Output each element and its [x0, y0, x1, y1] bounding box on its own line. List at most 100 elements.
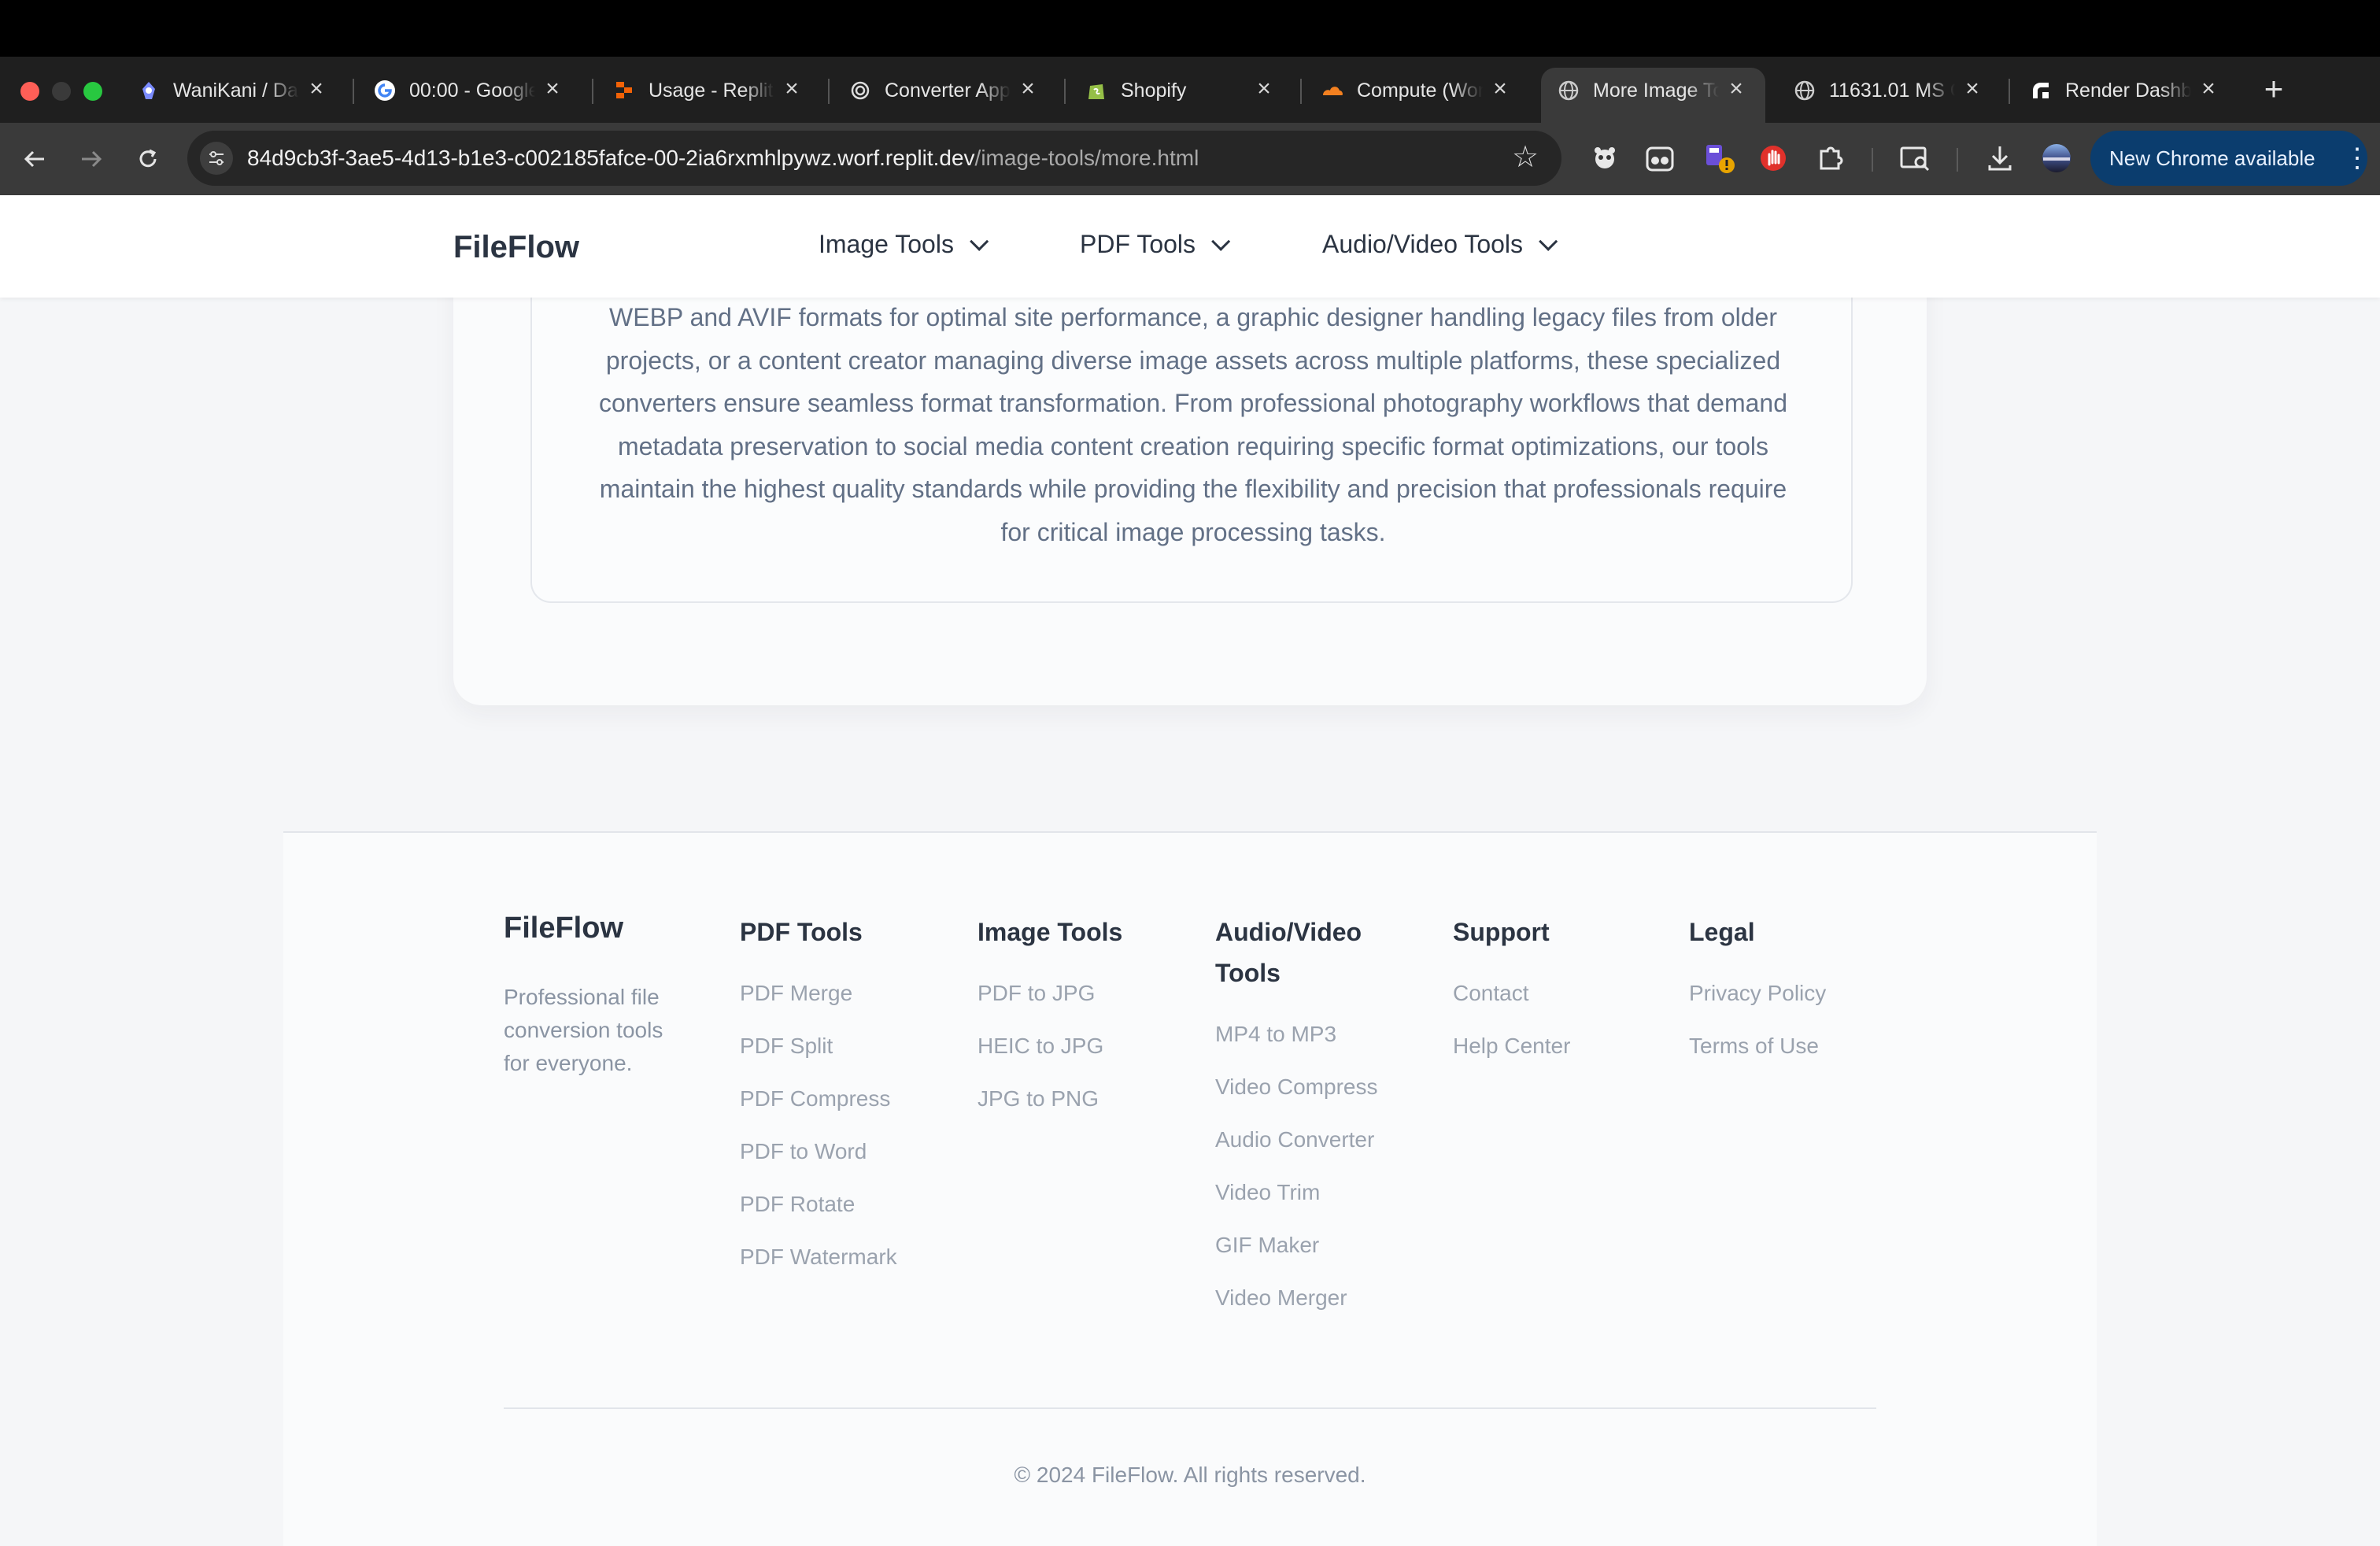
- extensions-puzzle-icon[interactable]: [1812, 139, 1851, 178]
- extension-hand-icon[interactable]: [1754, 139, 1793, 178]
- download-icon[interactable]: [1980, 139, 2020, 178]
- browser-tab[interactable]: Shopify ×: [1069, 68, 1293, 112]
- footer-link[interactable]: PDF Watermark: [740, 1241, 944, 1294]
- cast-search-icon[interactable]: [1895, 139, 1935, 178]
- footer-link[interactable]: Video Trim: [1215, 1177, 1404, 1230]
- address-bar[interactable]: 84d9cb3f-3ae5-4d13-b1e3-c002185fafce-00-…: [187, 131, 1561, 186]
- nav-image-tools[interactable]: Image Tools: [819, 230, 989, 259]
- forward-button[interactable]: [72, 140, 110, 178]
- profile-avatar[interactable]: [2037, 139, 2076, 178]
- menu-bar: [0, 0, 2380, 57]
- maximize-window-button[interactable]: [83, 82, 102, 101]
- more-menu-icon[interactable]: ⋮: [2344, 131, 2371, 186]
- bookmark-star-icon[interactable]: ☆: [1508, 140, 1543, 175]
- footer-tagline: Professional file conversion tools for e…: [504, 985, 663, 1075]
- footer-link[interactable]: PDF Rotate: [740, 1189, 944, 1241]
- nav-audio-video-tools[interactable]: Audio/Video Tools: [1322, 230, 1558, 259]
- browser-tab[interactable]: Converter App ×: [833, 68, 1057, 112]
- reload-button[interactable]: [129, 140, 167, 178]
- tab-title: 00:00 - Google Search: [409, 80, 535, 102]
- site-logo[interactable]: FileFlow: [453, 230, 579, 265]
- minimize-window-button[interactable]: [52, 82, 71, 101]
- footer-column-image-tools: Image Tools PDF to JPG HEIC to JPG JPG t…: [978, 912, 1182, 1136]
- tab-title: WaniKani / Dashboard: [173, 80, 299, 102]
- extension-raccoon-icon[interactable]: [1585, 139, 1624, 178]
- footer-link[interactable]: Terms of Use: [1689, 1030, 1894, 1083]
- close-tab-icon[interactable]: ×: [1252, 77, 1276, 101]
- footer-link[interactable]: HEIC to JPG: [978, 1030, 1182, 1083]
- footer-link[interactable]: PDF to Word: [740, 1136, 944, 1189]
- tab-title: Render Dashboard: [2065, 80, 2191, 102]
- close-tab-icon[interactable]: ×: [1961, 77, 1984, 101]
- browser-tab[interactable]: 00:00 - Google Search ×: [357, 68, 582, 112]
- tab-divider: [828, 79, 830, 104]
- footer-link[interactable]: PDF Compress: [740, 1083, 944, 1136]
- browser-tab[interactable]: Compute (Workers) ×: [1305, 68, 1529, 112]
- globe-icon: [1557, 79, 1580, 102]
- footer-heading: Support: [1453, 918, 1550, 946]
- openai-icon: [848, 79, 872, 102]
- nav-pdf-tools[interactable]: PDF Tools: [1080, 230, 1231, 259]
- tab-title: 11631.01 MS Guide: [1829, 80, 1955, 102]
- cloudflare-icon: [1321, 79, 1344, 102]
- back-button[interactable]: [16, 140, 54, 178]
- update-label: New Chrome available: [2109, 146, 2315, 170]
- footer-heading: Audio/Video Tools: [1215, 918, 1362, 987]
- browser-tab[interactable]: 11631.01 MS Guide ×: [1777, 68, 2001, 112]
- toolbar-divider: [1872, 148, 1873, 172]
- close-tab-icon[interactable]: ×: [780, 77, 804, 101]
- extension-warning-icon[interactable]: [1700, 139, 1739, 178]
- nav-label: Image Tools: [819, 230, 954, 258]
- footer-column-support: Support Contact Help Center: [1453, 912, 1658, 1083]
- replit-icon: [612, 79, 636, 102]
- close-window-button[interactable]: [20, 82, 39, 101]
- url-path: /image-tools/more.html: [974, 146, 1199, 170]
- close-tab-icon[interactable]: ×: [1016, 77, 1040, 101]
- browser-tab[interactable]: Usage - Replit ×: [597, 68, 821, 112]
- browser-tab[interactable]: WaniKani / Dashboard ×: [121, 68, 346, 112]
- tab-title: Usage - Replit: [649, 80, 774, 102]
- site-settings-icon[interactable]: [200, 142, 233, 175]
- chrome-update-button[interactable]: New Chrome available ⋮: [2090, 131, 2371, 186]
- new-tab-button[interactable]: +: [2256, 71, 2292, 107]
- close-tab-icon[interactable]: ×: [541, 77, 564, 101]
- footer-link[interactable]: PDF Merge: [740, 978, 944, 1030]
- close-tab-icon[interactable]: ×: [305, 77, 328, 101]
- tab-divider: [353, 79, 354, 104]
- site-footer: FileFlow Professional file conversion to…: [283, 831, 2097, 1546]
- chevron-down-icon: [1539, 231, 1558, 251]
- footer-link[interactable]: PDF Split: [740, 1030, 944, 1083]
- tab-title: Compute (Workers): [1357, 80, 1483, 102]
- footer-column-pdf-tools: PDF Tools PDF Merge PDF Split PDF Compre…: [740, 912, 944, 1294]
- footer-link[interactable]: MP4 to MP3: [1215, 1019, 1404, 1071]
- url-text[interactable]: 84d9cb3f-3ae5-4d13-b1e3-c002185fafce-00-…: [247, 144, 1199, 172]
- browser-toolbar: 84d9cb3f-3ae5-4d13-b1e3-c002185fafce-00-…: [0, 123, 2380, 195]
- footer-heading: PDF Tools: [740, 918, 863, 946]
- wanikani-icon: [137, 79, 161, 102]
- footer-link[interactable]: PDF to JPG: [978, 978, 1182, 1030]
- close-tab-icon[interactable]: ×: [2197, 77, 2220, 101]
- footer-link[interactable]: Help Center: [1453, 1030, 1658, 1083]
- tab-title: More Image Tools: [1593, 80, 1719, 102]
- tab-divider: [1064, 79, 1066, 104]
- footer-link[interactable]: Video Compress: [1215, 1071, 1404, 1124]
- browser-tab[interactable]: Render Dashboard ×: [2013, 68, 2238, 112]
- browser-tab-active[interactable]: More Image Tools ×: [1541, 68, 1765, 123]
- footer-link[interactable]: Privacy Policy: [1689, 978, 1894, 1030]
- footer-column-audio-video-tools: Audio/Video Tools MP4 to MP3 Video Compr…: [1215, 912, 1404, 1335]
- close-tab-icon[interactable]: ×: [1488, 77, 1512, 101]
- nav-label: PDF Tools: [1080, 230, 1196, 258]
- footer-link[interactable]: JPG to PNG: [978, 1083, 1182, 1136]
- tab-title: Shopify: [1121, 80, 1187, 102]
- tab-title: Converter App: [885, 80, 1011, 102]
- footer-link[interactable]: Video Merger: [1215, 1282, 1404, 1335]
- copyright-text: © 2024 FileFlow. All rights reserved.: [1014, 1463, 1366, 1487]
- footer-link[interactable]: Contact: [1453, 978, 1658, 1030]
- extension-glasses-icon[interactable]: [1640, 139, 1680, 178]
- nav-label: Audio/Video Tools: [1322, 230, 1524, 258]
- close-tab-icon[interactable]: ×: [1724, 77, 1748, 101]
- url-host: 84d9cb3f-3ae5-4d13-b1e3-c002185fafce-00-…: [247, 146, 975, 170]
- footer-link[interactable]: Audio Converter: [1215, 1124, 1404, 1177]
- tab-divider: [592, 79, 593, 104]
- footer-link[interactable]: GIF Maker: [1215, 1230, 1404, 1282]
